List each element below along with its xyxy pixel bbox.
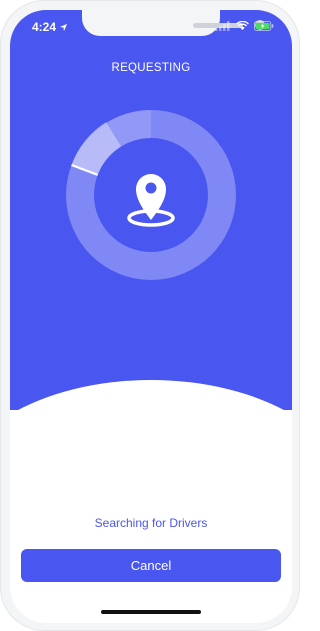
status-icons bbox=[215, 21, 274, 31]
hero-curve bbox=[10, 380, 292, 500]
screen: 4:24 REQUESTING Searching for Drivers Ca… bbox=[10, 10, 292, 623]
device-notch bbox=[82, 10, 265, 36]
signal-icon bbox=[215, 21, 230, 31]
cancel-button-label: Cancel bbox=[130, 558, 172, 573]
wifi-icon bbox=[236, 21, 249, 31]
radar-animation bbox=[66, 110, 236, 280]
searching-status-text: Searching for Drivers bbox=[94, 516, 208, 530]
home-indicator[interactable] bbox=[101, 610, 201, 614]
page-title: REQUESTING bbox=[111, 62, 191, 74]
cancel-button[interactable]: Cancel bbox=[21, 549, 281, 582]
location-arrow-icon bbox=[59, 23, 68, 31]
battery-charging-icon bbox=[254, 21, 274, 31]
status-time-text: 4:24 bbox=[32, 20, 57, 34]
status-time: 4:24 bbox=[32, 20, 68, 34]
phone-frame: 4:24 REQUESTING Searching for Drivers Ca… bbox=[0, 0, 300, 631]
